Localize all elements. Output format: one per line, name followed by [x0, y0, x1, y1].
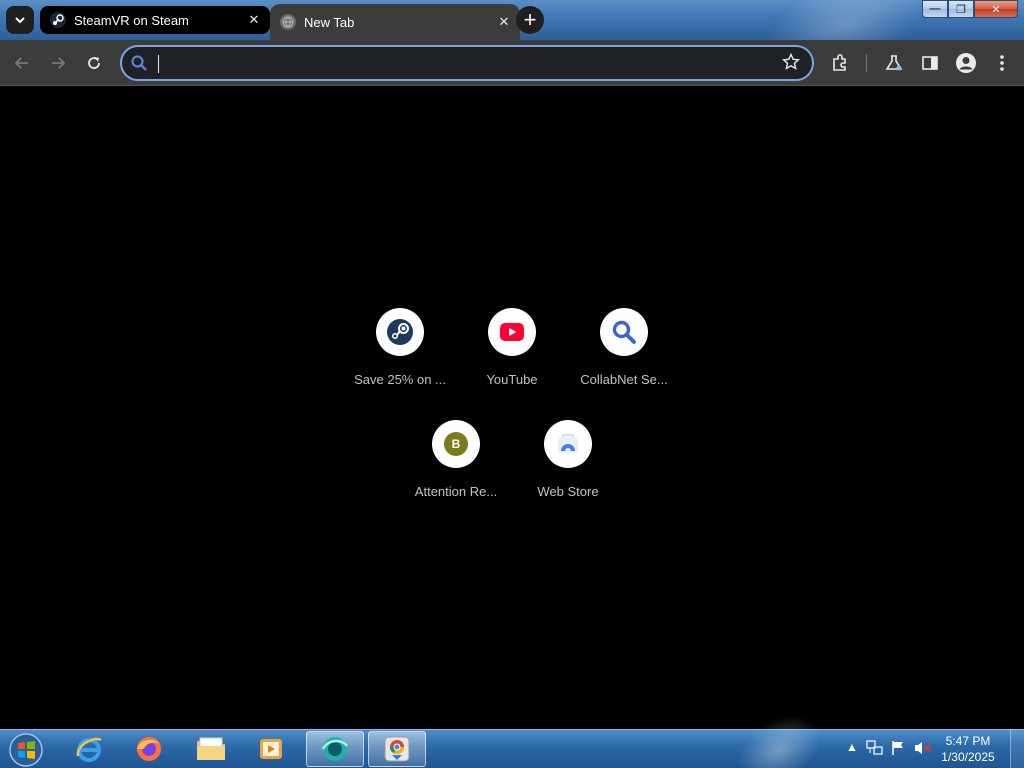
shortcut-tile[interactable]: CollabNet Se... [568, 308, 680, 387]
new-tab-page: Save 25% on ... YouTube CollabNet Se... … [0, 87, 1024, 729]
shortcut-label: Save 25% on ... [354, 372, 446, 387]
profile-icon[interactable] [954, 51, 978, 75]
app-icon[interactable] [306, 731, 364, 767]
chrome-installer-icon[interactable] [368, 731, 426, 767]
omnibox-input[interactable] [156, 53, 766, 73]
youtube-icon [488, 308, 536, 356]
clock-date: 1/30/2025 [941, 750, 995, 764]
shortcut-tile[interactable]: Save 25% on ... [344, 308, 456, 387]
maximize-button[interactable]: ❐ [948, 0, 974, 18]
volume-muted-icon[interactable] [914, 740, 932, 756]
shortcut-tile[interactable]: YouTube [456, 308, 568, 387]
minimize-button[interactable]: — [922, 0, 948, 18]
magnifier-icon [600, 308, 648, 356]
side-panel-icon[interactable] [918, 51, 942, 75]
shortcut-tile[interactable]: Web Store [512, 420, 624, 499]
shortcut-tile[interactable]: B Attention Re... [400, 420, 512, 499]
reload-icon[interactable] [82, 51, 106, 75]
close-icon[interactable]: ✕ [496, 14, 512, 30]
globe-icon [280, 14, 296, 30]
shortcut-label: Attention Re... [414, 484, 498, 499]
media-player-icon[interactable] [242, 731, 300, 767]
show-desktop-button[interactable] [1010, 730, 1024, 768]
tray-overflow-button[interactable]: ▲ [846, 740, 858, 754]
steam-icon [50, 12, 66, 28]
firefox-icon[interactable] [120, 731, 178, 767]
steam-icon [376, 308, 424, 356]
shortcut-label: CollabNet Se... [580, 372, 668, 387]
tab-search-button[interactable] [6, 6, 34, 34]
system-clock[interactable]: 5:47 PM 1/30/2025 [936, 733, 1000, 765]
tab-label: SteamVR on Steam [74, 12, 189, 28]
chevron-down-icon [15, 17, 25, 24]
tab-new-tab[interactable]: New Tab ✕ [270, 4, 520, 40]
text-cursor [158, 55, 159, 73]
internet-explorer-icon[interactable] [60, 731, 118, 767]
network-icon[interactable] [866, 740, 884, 756]
search-icon [130, 54, 148, 77]
webstore-icon [544, 420, 592, 468]
close-window-button[interactable]: ✕ [974, 0, 1018, 18]
start-orb[interactable] [6, 731, 46, 768]
file-explorer-icon[interactable] [182, 731, 240, 767]
shortcut-label: Web Store [537, 484, 599, 499]
close-icon[interactable]: ✕ [246, 12, 262, 28]
star-icon[interactable] [781, 52, 801, 76]
browser-toolbar [0, 40, 1024, 86]
window-controls: — ❐ ✕ [922, 0, 1018, 20]
letter-b-icon: B [432, 420, 480, 468]
extensions-icon[interactable] [828, 51, 852, 75]
shortcut-label: YouTube [486, 372, 538, 387]
labs-icon[interactable] [882, 51, 906, 75]
new-tab-button[interactable]: + [516, 6, 544, 34]
taskbar: ▲ 5:47 PM 1/30/2025 [0, 729, 1024, 768]
forward-icon[interactable] [46, 51, 70, 75]
letter-badge: B [444, 432, 468, 456]
menu-icon[interactable] [990, 51, 1014, 75]
clock-time: 5:47 PM [945, 734, 991, 748]
toolbar-divider [866, 54, 867, 72]
tab-steamvr[interactable]: SteamVR on Steam ✕ [40, 6, 270, 34]
tab-label: New Tab [304, 14, 355, 30]
omnibox[interactable] [120, 45, 814, 81]
back-icon[interactable] [10, 51, 34, 75]
screen: SteamVR on Steam ✕ New Tab ✕ + — ❐ ✕ Sav… [0, 0, 1024, 768]
action-center-flag-icon[interactable] [890, 740, 906, 756]
tab-strip: SteamVR on Steam ✕ New Tab ✕ + — ❐ ✕ [0, 0, 1024, 40]
